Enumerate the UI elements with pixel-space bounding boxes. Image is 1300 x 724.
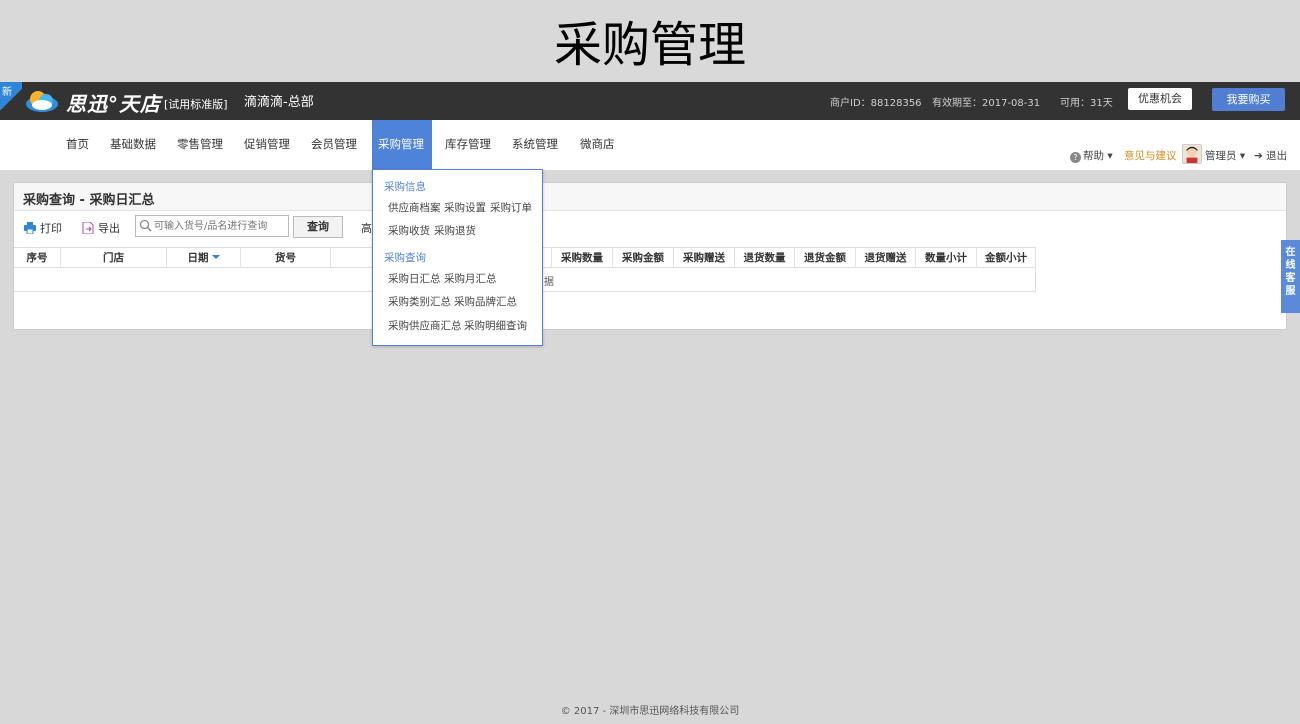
search-input[interactable] [154, 218, 284, 234]
menu-item-brand-summary[interactable]: 采购品牌汇总 [454, 294, 517, 309]
menu-section-purchase-info: 采购信息 [384, 181, 426, 193]
nav-member[interactable]: 会员管理 [305, 120, 363, 168]
feedback-link[interactable]: 意见与建议 [1124, 148, 1177, 163]
menu-item-purchase-settings[interactable]: 采购设置 [444, 200, 486, 215]
search-field[interactable] [135, 215, 289, 237]
help-icon: ? [1070, 152, 1081, 163]
report-panel: 采购查询 - 采购日汇总 打印 导出 查询 高 序号 门店 日期 货号 采购数量 [13, 182, 1287, 330]
col-purchase-qty[interactable]: 采购数量 [552, 248, 613, 268]
logout-icon: ➔ [1254, 150, 1263, 162]
admin-menu[interactable]: 管理员 ▾ [1205, 148, 1245, 163]
panel-header: 采购查询 - 采购日汇总 [14, 183, 1286, 211]
sort-down-icon [211, 255, 220, 259]
menu-item-monthly-summary[interactable]: 采购月汇总 [444, 271, 497, 286]
menu-item-detail-query[interactable]: 采购明细查询 [464, 318, 527, 333]
avatar[interactable] [1182, 144, 1202, 164]
col-amount-subtotal[interactable]: 金额小计 [977, 248, 1036, 268]
buy-button[interactable]: 我要购买 [1212, 88, 1285, 111]
offer-button[interactable]: 优惠机会 [1128, 88, 1192, 110]
menu-item-supplier-summary[interactable]: 采购供应商汇总 [388, 318, 462, 333]
top-bar: 新 思迅°天店 [试用标准版] 滴滴滴-总部 商户ID：88128356 有效期… [0, 82, 1300, 120]
col-item-no[interactable]: 货号 [241, 248, 331, 268]
print-button[interactable]: 打印 [24, 220, 62, 236]
col-return-amount[interactable]: 退货金额 [795, 248, 856, 268]
purchase-dropdown-menu: 采购信息 供应商档案 采购设置 采购订单 采购收货 采购退货 采购查询 采购日汇… [372, 169, 543, 346]
no-data-message: 据 [544, 277, 554, 288]
panel-title: 采购查询 - 采购日汇总 [23, 193, 155, 208]
col-date[interactable]: 日期 [167, 248, 241, 268]
menu-item-daily-summary[interactable]: 采购日汇总 [388, 271, 441, 286]
help-label: 帮助 [1083, 150, 1104, 162]
brand-logo: 思迅°天店 [66, 92, 161, 116]
col-store[interactable]: 门店 [61, 248, 167, 268]
menu-item-purchase-order[interactable]: 采购订单 [490, 200, 532, 215]
export-label: 导出 [98, 222, 120, 235]
query-button[interactable]: 查询 [293, 216, 343, 238]
nav-micro-store[interactable]: 微商店 [574, 120, 621, 168]
online-service-label: 在线客服 [1285, 247, 1296, 297]
print-label: 打印 [40, 222, 62, 235]
nav-retail[interactable]: 零售管理 [171, 120, 229, 168]
admin-label: 管理员 [1205, 150, 1237, 162]
cloud-logo-icon [26, 91, 58, 112]
export-icon [82, 222, 94, 234]
menu-section-purchase-query: 采购查询 [384, 252, 426, 264]
edition-label: [试用标准版] [164, 98, 228, 111]
col-seq[interactable]: 序号 [14, 248, 61, 268]
available-days: 可用：31天 [1060, 98, 1113, 109]
online-service-tab[interactable]: 在线客服 [1281, 240, 1300, 313]
menu-item-purchase-return[interactable]: 采购退货 [434, 223, 476, 238]
col-return-gift[interactable]: 退货赠送 [856, 248, 916, 268]
export-button[interactable]: 导出 [82, 220, 120, 236]
col-qty-subtotal[interactable]: 数量小计 [916, 248, 977, 268]
col-purchase-gift[interactable]: 采购赠送 [674, 248, 735, 268]
menu-item-purchase-receipt[interactable]: 采购收货 [388, 223, 430, 238]
logout-link[interactable]: ➔ 退出 [1254, 148, 1287, 163]
advanced-query-link[interactable]: 高 [361, 220, 372, 236]
logout-label: 退出 [1266, 150, 1288, 162]
expiry-date: 有效期至：2017-08-31 [932, 98, 1041, 109]
main-nav: 首页 基础数据 零售管理 促销管理 会员管理 采购管理 库存管理 系统管理 微商… [0, 120, 1300, 170]
new-badge: 新 [0, 82, 22, 112]
footer-copyright: © 2017 - 深圳市思迅网络科技有限公司 [560, 706, 740, 717]
nav-home[interactable]: 首页 [60, 120, 95, 168]
search-icon [139, 219, 152, 232]
nav-inventory[interactable]: 库存管理 [439, 120, 497, 168]
nav-system[interactable]: 系统管理 [506, 120, 564, 168]
col-return-qty[interactable]: 退货数量 [735, 248, 795, 268]
printer-icon [24, 222, 36, 234]
new-badge-label: 新 [2, 87, 12, 98]
col-purchase-amount[interactable]: 采购金额 [613, 248, 674, 268]
store-name[interactable]: 滴滴滴-总部 [244, 91, 314, 110]
col-date-label: 日期 [187, 252, 209, 264]
help-menu[interactable]: ? 帮助 ▾ [1070, 148, 1113, 163]
menu-item-category-summary[interactable]: 采购类别汇总 [388, 294, 451, 309]
nav-purchase[interactable]: 采购管理 [372, 120, 432, 170]
nav-promotion[interactable]: 促销管理 [238, 120, 296, 168]
nav-basic-data[interactable]: 基础数据 [104, 120, 162, 168]
menu-item-supplier-file[interactable]: 供应商档案 [388, 200, 441, 215]
page-title: 采购管理 [0, 0, 1300, 82]
merchant-id: 商户ID：88128356 [830, 98, 922, 109]
